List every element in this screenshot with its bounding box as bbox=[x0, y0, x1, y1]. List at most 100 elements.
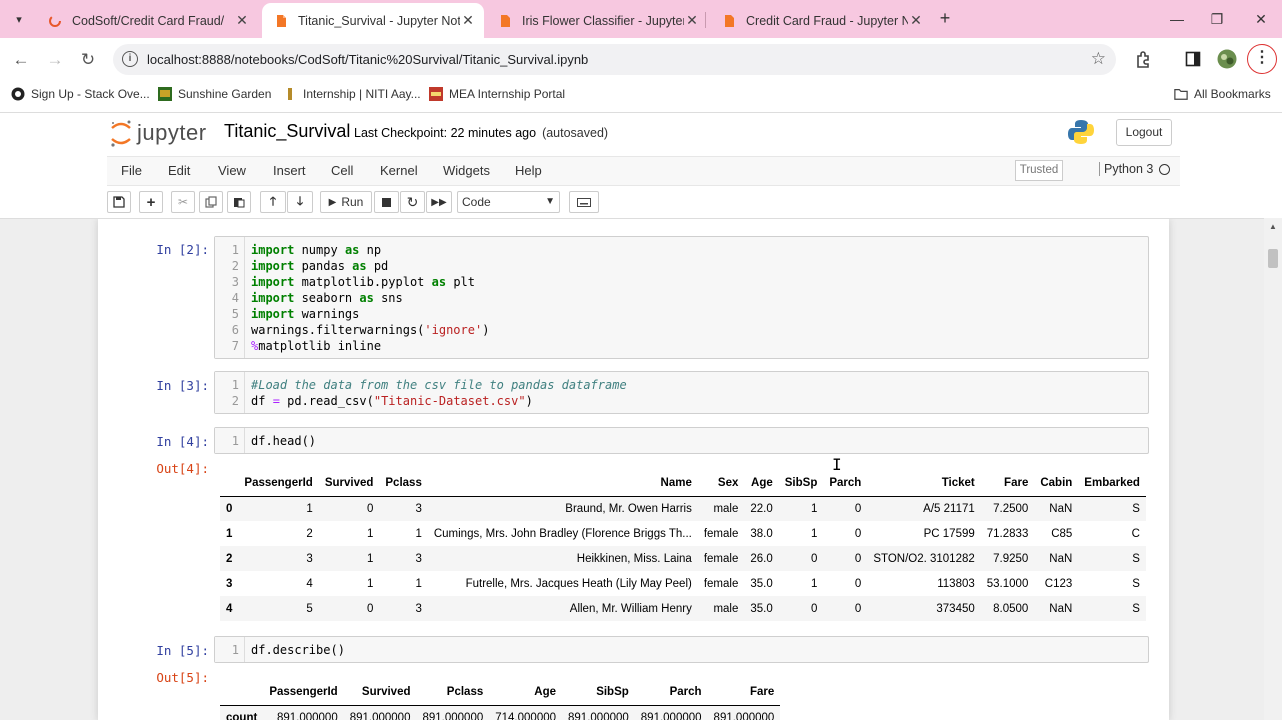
bookmark-niti[interactable]: Internship | NITI Aay... bbox=[283, 87, 421, 101]
bookmark-label: Sunshine Garden bbox=[178, 87, 272, 101]
table-cell: C123 bbox=[1044, 577, 1073, 590]
column-header: Ticket bbox=[867, 471, 981, 497]
close-icon[interactable]: ✕ bbox=[684, 12, 700, 29]
line-number: 2 bbox=[231, 394, 239, 408]
autosave-status: (autosaved) bbox=[542, 126, 609, 140]
scrollbar-thumb[interactable] bbox=[1268, 249, 1278, 268]
site-info-icon[interactable]: i bbox=[122, 51, 138, 67]
dataframe-head-table: PassengerId Survived Pclass Name Sex Age… bbox=[220, 471, 1146, 621]
kernel-name[interactable]: Python 3 bbox=[1099, 162, 1153, 176]
table-cell: 7.2500 bbox=[993, 502, 1029, 515]
close-icon[interactable]: ✕ bbox=[460, 12, 476, 29]
bookmarks-bar: Sign Up - Stack Ove... Sunshine Garden I… bbox=[0, 81, 1282, 113]
table-cell: 1 bbox=[366, 577, 374, 590]
reload-icon[interactable]: ↻ bbox=[76, 48, 100, 72]
column-header: SibSp bbox=[562, 680, 635, 706]
add-icon[interactable]: + bbox=[139, 191, 163, 213]
address-bar[interactable]: i localhost:8888/notebooks/CodSoft/Titan… bbox=[113, 44, 1116, 75]
bookmark-sunshine-garden[interactable]: Sunshine Garden bbox=[158, 87, 271, 101]
paste-icon[interactable] bbox=[227, 191, 251, 213]
tab-credit-card[interactable]: Credit Card Fraud - Jupyter Not ✕ bbox=[710, 3, 932, 38]
toolbar: + ✂ 🡑 🡓 ▶ Run ↻ ▶▶ bbox=[0, 186, 1282, 218]
bookmark-mea[interactable]: MEA Internship Portal bbox=[429, 87, 565, 101]
menu-view[interactable]: View bbox=[218, 163, 246, 178]
menu-widgets[interactable]: Widgets bbox=[443, 163, 490, 178]
up-icon[interactable]: 🡑 bbox=[260, 191, 286, 213]
code-cell[interactable]: 1 df.head() bbox=[214, 427, 1149, 454]
logout-button[interactable]: Logout bbox=[1116, 119, 1172, 146]
star-icon[interactable]: ☆ bbox=[1091, 49, 1106, 69]
tab-search-icon[interactable]: ▾ bbox=[8, 8, 30, 30]
table-cell: 26.0 bbox=[750, 552, 773, 565]
code-cell[interactable]: 1 df.describe() bbox=[214, 636, 1149, 663]
new-tab-icon[interactable]: + bbox=[934, 8, 956, 30]
table-cell: 53.1000 bbox=[986, 577, 1029, 590]
save-icon[interactable] bbox=[107, 191, 131, 213]
table-cell: 0 bbox=[366, 502, 374, 515]
trusted-indicator[interactable]: Trusted bbox=[1015, 160, 1063, 181]
checkpoint-status: Last Checkpoint: 22 minutes ago (autosave… bbox=[354, 126, 608, 140]
code-line: df.head() bbox=[251, 434, 317, 448]
notebook-name[interactable]: Titanic_Survival bbox=[224, 121, 350, 142]
table-cell: 373450 bbox=[936, 602, 975, 615]
row-index: 3 bbox=[226, 577, 233, 590]
avatar[interactable] bbox=[1217, 49, 1237, 69]
table-cell: 1 bbox=[415, 577, 422, 590]
vertical-scrollbar[interactable]: ▲ bbox=[1264, 218, 1282, 720]
run-icon: ▶ bbox=[328, 196, 337, 208]
url-text[interactable]: localhost:8888/notebooks/CodSoft/Titanic… bbox=[147, 52, 588, 67]
scroll-up-icon[interactable]: ▲ bbox=[1269, 222, 1277, 231]
table-cell: 1 bbox=[366, 552, 374, 565]
back-icon[interactable]: ← bbox=[9, 48, 33, 72]
menu-help[interactable]: Help bbox=[515, 163, 542, 178]
run-label: Run bbox=[341, 195, 364, 209]
table-row: 1 2 1 1 Cumings, Mrs. John Bradley (Florence… bbox=[220, 521, 1146, 546]
extensions-icon[interactable] bbox=[1135, 50, 1153, 68]
close-icon[interactable]: ✕ bbox=[908, 12, 924, 29]
table-cell: 4 bbox=[306, 577, 313, 590]
table-row: 0 1 0 3 Braund, Mr. Owen Harris male 22.0 1 0 A/5… bbox=[220, 496, 1146, 521]
table-cell: Heikkinen, Miss. Laina bbox=[576, 552, 692, 565]
table-cell: C bbox=[1131, 527, 1140, 540]
minimize-icon[interactable]: — bbox=[1162, 8, 1192, 30]
down-icon[interactable]: 🡓 bbox=[287, 191, 313, 213]
sidepanel-icon[interactable] bbox=[1185, 51, 1201, 67]
table-cell: S bbox=[1132, 502, 1140, 515]
menu-file[interactable]: File bbox=[121, 163, 142, 178]
input-prompt: In [5]: bbox=[156, 643, 209, 658]
close-icon[interactable]: ✕ bbox=[234, 12, 250, 29]
bookmark-stack-overflow[interactable]: Sign Up - Stack Ove... bbox=[11, 87, 150, 101]
row-index: 4 bbox=[226, 602, 233, 615]
keyboard-icon[interactable] bbox=[569, 191, 599, 213]
menu-insert[interactable]: Insert bbox=[273, 163, 306, 178]
tab-titanic[interactable]: Titanic_Survival - Jupyter Noteb ✕ bbox=[262, 3, 484, 38]
copy-icon[interactable] bbox=[199, 191, 223, 213]
kebab-menu-icon[interactable]: ⋮ bbox=[1247, 44, 1277, 74]
table-cell: 1 bbox=[306, 502, 313, 515]
table-cell: 71.2833 bbox=[986, 527, 1029, 540]
menu-kernel[interactable]: Kernel bbox=[380, 163, 418, 178]
run-button[interactable]: ▶ Run bbox=[320, 191, 372, 213]
table-cell: 7.9250 bbox=[993, 552, 1029, 565]
index-header bbox=[220, 680, 264, 706]
code-cell[interactable]: 1 2 3 4 5 6 7 import numpy as np import … bbox=[214, 236, 1149, 359]
tab-codsoft[interactable]: CodSoft/Credit Card Fraud/ ✕ bbox=[36, 3, 258, 38]
browser-tab-strip: ▾ CodSoft/Credit Card Fraud/ ✕ Titanic_S… bbox=[0, 0, 1282, 38]
restart-icon[interactable]: ↻ bbox=[400, 191, 425, 213]
jupyter-logo-icon[interactable] bbox=[109, 119, 133, 149]
tab-iris[interactable]: Iris Flower Classifier - Jupyter N ✕ bbox=[486, 3, 708, 38]
all-bookmarks[interactable]: All Bookmarks bbox=[1174, 87, 1271, 101]
code-cell[interactable]: 1 2 #Load the data from the csv file to … bbox=[214, 371, 1149, 414]
window-close-icon[interactable]: ✕ bbox=[1246, 8, 1276, 30]
stop-icon[interactable] bbox=[374, 191, 399, 213]
menu-cell[interactable]: Cell bbox=[331, 163, 353, 178]
table-cell: 3 bbox=[415, 502, 422, 515]
fast-forward-icon[interactable]: ▶▶ bbox=[426, 191, 452, 213]
forward-icon[interactable]: → bbox=[43, 48, 67, 72]
menu-edit[interactable]: Edit bbox=[168, 163, 190, 178]
table-cell: A/5 21171 bbox=[923, 502, 975, 515]
jupyter-logo-text[interactable]: jupyter bbox=[137, 120, 207, 146]
restore-icon[interactable]: ❐ bbox=[1202, 8, 1232, 30]
cell-type-select[interactable]: Code ▼ bbox=[457, 191, 560, 213]
cut-icon[interactable]: ✂ bbox=[171, 191, 195, 213]
